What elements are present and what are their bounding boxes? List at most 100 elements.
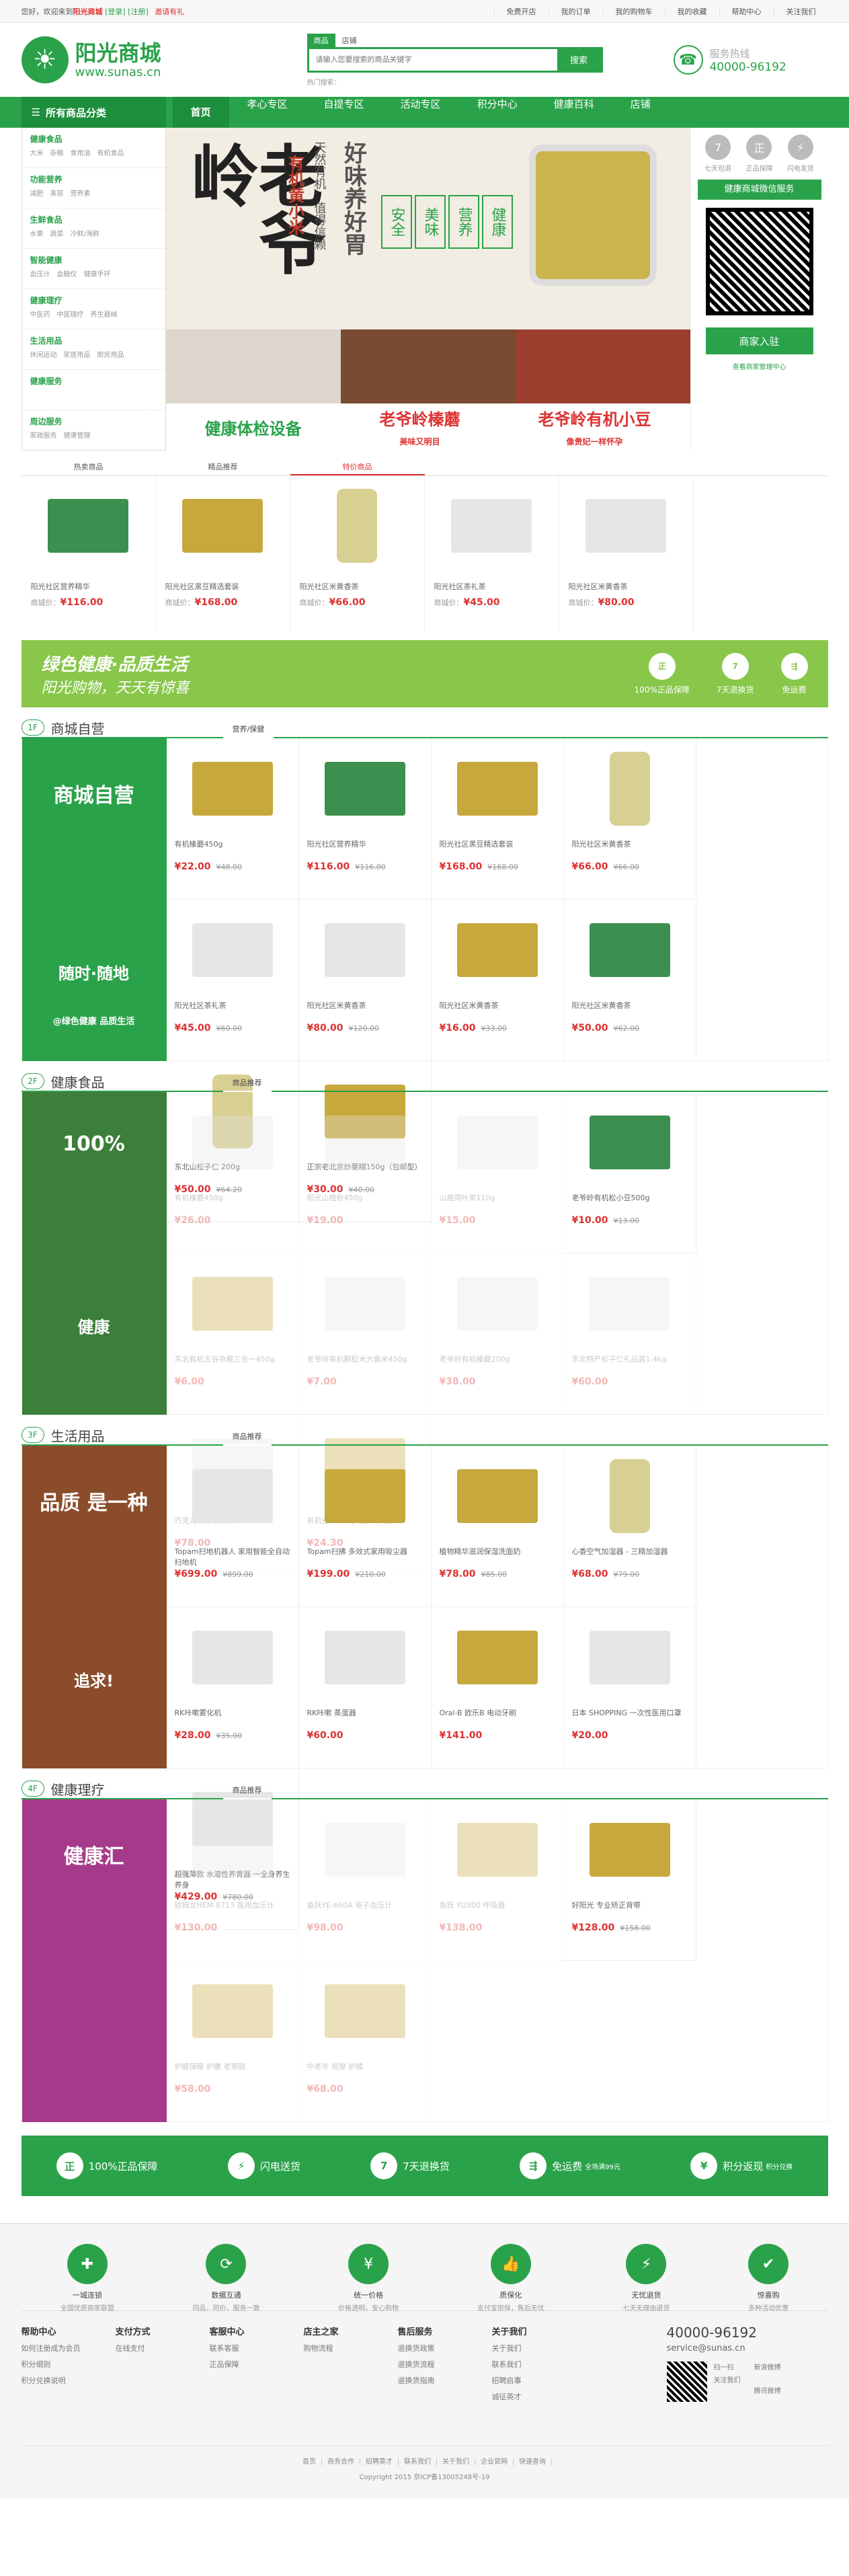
product-name[interactable]: 鱼跃 YU300 呼吸器 bbox=[440, 1900, 555, 1920]
footer-link[interactable]: 购物流程 bbox=[304, 2343, 398, 2353]
product-image[interactable] bbox=[31, 485, 145, 566]
product-image[interactable] bbox=[440, 1454, 555, 1538]
product-tab[interactable]: 特价商品 bbox=[290, 459, 425, 475]
product-name[interactable]: 阳光社区黑豆精选套装 bbox=[440, 838, 555, 859]
nav-item[interactable]: 孝心专区 bbox=[229, 97, 306, 128]
product-card[interactable]: 护膝保暖 护腰 老寒腿 ¥58.00 bbox=[166, 1961, 299, 2122]
product-card[interactable]: 阳光社区营养精华 ¥116.00 ¥116.00 bbox=[298, 738, 432, 900]
merchant-join-button[interactable]: 商家入驻 bbox=[705, 327, 813, 354]
product-image[interactable] bbox=[573, 1100, 687, 1184]
product-image[interactable] bbox=[440, 746, 555, 830]
product-name[interactable]: 阳光社区黑豆精选套装 bbox=[165, 581, 280, 592]
footer-link[interactable]: 积分细则 bbox=[22, 2359, 116, 2370]
floor-banner[interactable]: 品质 是一种 追求! bbox=[22, 1446, 167, 1768]
product-card[interactable]: Topam扫地机器人 家用智能全自动扫地机 ¥699.00 ¥899.00 bbox=[166, 1446, 299, 1607]
product-card[interactable]: 阳光社区米黄香茶 商城价：¥66.00 bbox=[290, 476, 425, 631]
site-logo[interactable]: ☀ 阳光商城 www.sunas.cn bbox=[21, 36, 307, 83]
footer-bottom-link[interactable]: 企业官网 bbox=[475, 2458, 514, 2466]
register-link[interactable]: [注册] bbox=[128, 7, 149, 16]
product-name[interactable]: 欧姆龙HEM-8713 医用血压计 bbox=[175, 1900, 290, 1920]
footer-bottom-link[interactable]: 首页 bbox=[297, 2458, 322, 2466]
footer-link[interactable]: 正品保障 bbox=[210, 2359, 304, 2370]
nav-item[interactable]: 自提专区 bbox=[306, 97, 382, 128]
product-name[interactable]: 阳光社区米黄香茶 bbox=[300, 581, 415, 592]
product-image[interactable] bbox=[440, 1100, 555, 1184]
product-name[interactable]: Oral-B 欧乐B 电动牙刷 bbox=[440, 1707, 555, 1727]
merchant-center-link[interactable]: 查看商家管理中心 bbox=[698, 361, 821, 371]
footer-bottom-link[interactable]: 快速查询 bbox=[514, 2458, 552, 2466]
category-item[interactable]: 周边服务 家政服务 健康管理 bbox=[22, 410, 165, 451]
product-image[interactable] bbox=[573, 1807, 687, 1891]
product-card[interactable]: 鱼跃YE-660A 电子血压计 ¥98.00 bbox=[298, 1799, 432, 1961]
product-name[interactable]: 有机榛蘑450g bbox=[175, 1192, 290, 1212]
product-image[interactable] bbox=[175, 1100, 290, 1184]
product-card[interactable]: 阳光社区米黄香茶 ¥80.00 ¥120.00 bbox=[298, 900, 432, 1061]
product-name[interactable]: 中老年 按摩 护膝 bbox=[307, 2061, 423, 2081]
product-name[interactable]: 阳光社区米黄香茶 bbox=[440, 1000, 555, 1020]
product-name[interactable]: 阳光社区米黄香茶 bbox=[572, 838, 688, 859]
category-item[interactable]: 健康服务 bbox=[22, 370, 165, 410]
product-name[interactable]: 阳光社区茶礼茶 bbox=[434, 581, 549, 592]
product-image[interactable] bbox=[308, 1100, 422, 1184]
category-item[interactable]: 智能健康 血压计 血糖仪 健康手环 bbox=[22, 249, 165, 289]
product-card[interactable]: 心香空气加湿器 - 三精加湿器 ¥68.00 ¥79.00 bbox=[563, 1446, 696, 1607]
product-card[interactable]: 阳光社区米黄香茶 ¥16.00 ¥33.00 bbox=[431, 900, 564, 1061]
top-link[interactable]: 我的收藏 bbox=[664, 6, 719, 17]
product-tab[interactable]: 精品推荐 bbox=[156, 459, 290, 475]
product-card[interactable]: 东北有机五谷杂粮三合一450g ¥6.00 bbox=[166, 1253, 299, 1415]
product-card[interactable]: 有机榛蘑450g ¥26.00 bbox=[166, 1092, 299, 1253]
product-card[interactable]: 好阳光 专业矫正背带 ¥128.00 ¥158.00 bbox=[563, 1799, 696, 1961]
product-card[interactable]: 阳光社区米黄香茶 ¥66.00 ¥66.00 bbox=[563, 738, 696, 900]
product-card[interactable]: Oral-B 欧乐B 电动牙刷 ¥141.00 bbox=[431, 1607, 564, 1768]
footer-bottom-link[interactable]: 关于我们 bbox=[437, 2458, 475, 2466]
banner-slide[interactable]: 老爷岭 有机黄小米 好味养好胃 天然有机 值得信赖 健康 营养 美味 安全 健康… bbox=[165, 128, 690, 451]
product-name[interactable]: Topam扫地机器人 家用智能全自动扫地机 bbox=[175, 1546, 290, 1566]
product-card[interactable]: RK咔嗽雾化机 ¥28.00 ¥35.00 bbox=[166, 1607, 299, 1768]
floor-banner[interactable]: 健康汇 bbox=[22, 1799, 167, 2122]
all-categories-button[interactable]: ☰ 所有商品分类 bbox=[21, 97, 166, 128]
search-button[interactable]: 搜索 bbox=[557, 48, 601, 71]
nav-item[interactable]: 店铺 bbox=[612, 97, 669, 128]
top-link[interactable]: 免费开店 bbox=[493, 6, 549, 17]
product-image[interactable] bbox=[308, 1261, 422, 1345]
product-card[interactable]: 鱼跃 YU300 呼吸器 ¥138.00 bbox=[431, 1799, 564, 1961]
product-image[interactable] bbox=[440, 1261, 555, 1345]
product-card[interactable]: 阳光社区米黄香茶 ¥50.00 ¥62.00 bbox=[563, 900, 696, 1061]
product-card[interactable]: 阳光社区茶礼茶 商城价：¥45.00 bbox=[425, 476, 559, 631]
search-input[interactable] bbox=[309, 48, 557, 71]
product-card[interactable]: 阳光山楂粉450g ¥19.00 bbox=[298, 1092, 432, 1253]
product-tab[interactable]: 热卖商品 bbox=[22, 459, 156, 475]
nav-item[interactable]: 健康百科 bbox=[536, 97, 612, 128]
product-name[interactable]: 东北有机五谷杂粮三合一450g bbox=[175, 1354, 290, 1374]
product-image[interactable] bbox=[573, 1454, 687, 1538]
product-image[interactable] bbox=[440, 1615, 555, 1699]
product-name[interactable]: Topam扫拂 多效式家用吸尘器 bbox=[307, 1546, 423, 1566]
footer-link[interactable]: 招聘启事 bbox=[492, 2375, 586, 2386]
product-image[interactable] bbox=[175, 1261, 290, 1345]
product-name[interactable]: 护膝保暖 护腰 老寒腿 bbox=[175, 2061, 290, 2081]
product-name[interactable]: RK咔嗽 蒸蛋器 bbox=[307, 1707, 423, 1727]
floor-tab[interactable]: 商品推荐 bbox=[223, 1428, 272, 1446]
product-card[interactable]: 东北特产松子仁礼品装1.4kg ¥60.00 bbox=[563, 1253, 696, 1415]
product-name[interactable]: 好阳光 专业矫正背带 bbox=[572, 1900, 688, 1920]
product-image[interactable] bbox=[434, 485, 549, 566]
product-card[interactable]: 阳光社区黑豆精选套装 ¥168.00 ¥168.00 bbox=[431, 738, 564, 900]
product-card[interactable]: RK咔嗽 蒸蛋器 ¥60.00 bbox=[298, 1607, 432, 1768]
nav-item[interactable]: 积分中心 bbox=[459, 97, 536, 128]
search-tab-goods[interactable]: 商品 bbox=[307, 33, 335, 47]
footer-link[interactable]: 退换货政策 bbox=[398, 2343, 492, 2353]
product-card[interactable]: 阳光社区营养精华 商城价：¥116.00 bbox=[22, 476, 156, 631]
floor-banner[interactable]: 商城自营 随时·随地 @绿色健康 品质生活 bbox=[22, 738, 167, 1061]
top-link[interactable]: 关注我们 bbox=[773, 6, 828, 17]
product-image[interactable] bbox=[573, 1615, 687, 1699]
product-name[interactable]: 老爷岭有机榛蘑200g bbox=[440, 1354, 555, 1374]
nav-item[interactable]: 首页 bbox=[172, 97, 229, 128]
footer-bottom-link[interactable]: 商务合作 bbox=[322, 2458, 360, 2466]
product-image[interactable] bbox=[165, 485, 280, 566]
product-card[interactable]: 老爷岭有机松小豆500g ¥10.00 ¥13.00 bbox=[563, 1092, 696, 1253]
invite-link[interactable]: 邀请有礼 bbox=[155, 7, 184, 16]
product-card[interactable]: 欧姆龙HEM-8713 医用血压计 ¥130.00 bbox=[166, 1799, 299, 1961]
product-name[interactable]: 山楂荷叶茶110g bbox=[440, 1192, 555, 1212]
product-card[interactable]: Topam扫拂 多效式家用吸尘器 ¥199.00 ¥210.00 bbox=[298, 1446, 432, 1607]
product-name[interactable]: 日本 SHOPPING 一次性医用口罩 bbox=[572, 1707, 688, 1727]
